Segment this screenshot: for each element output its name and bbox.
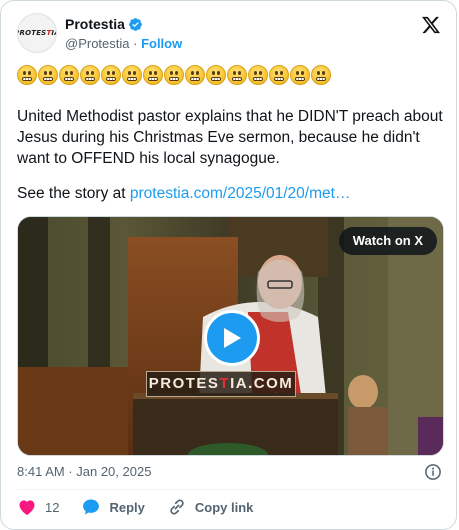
story-line: See the story at protestia.com/2025/01/2… xyxy=(17,185,350,203)
tweet-card: PROTESTIA Protestia @Protestia · Follow … xyxy=(0,0,457,530)
divider xyxy=(17,489,440,490)
x-logo-icon[interactable] xyxy=(421,15,441,35)
author-name-row: Protestia xyxy=(65,16,143,32)
copy-link-button[interactable]: Copy link xyxy=(167,497,254,517)
grimacing-face-emoji-icon xyxy=(248,65,268,85)
emoji-row xyxy=(17,65,331,85)
story-link[interactable]: protestia.com/2025/01/20/met… xyxy=(130,185,351,202)
grimacing-face-emoji-icon xyxy=(164,65,184,85)
reply-bubble-icon xyxy=(83,499,100,515)
author-handle-row: @Protestia · Follow xyxy=(65,36,182,51)
avatar[interactable]: PROTESTIA xyxy=(17,13,57,53)
grimacing-face-emoji-icon xyxy=(311,65,331,85)
reply-button[interactable]: Reply xyxy=(81,497,145,517)
grimacing-face-emoji-icon xyxy=(38,65,58,85)
grimacing-face-emoji-icon xyxy=(206,65,226,85)
verified-badge-icon xyxy=(129,17,142,31)
watch-on-x-button[interactable]: Watch on X xyxy=(338,227,437,255)
grimacing-face-emoji-icon xyxy=(185,65,205,85)
play-button[interactable] xyxy=(204,310,260,366)
grimacing-face-emoji-icon xyxy=(101,65,121,85)
grimacing-face-emoji-icon xyxy=(227,65,247,85)
follow-button[interactable]: Follow xyxy=(141,36,182,51)
grimacing-face-emoji-icon xyxy=(269,65,289,85)
copy-link-label: Copy link xyxy=(194,499,254,515)
like-count: 12 xyxy=(45,499,60,515)
author-name[interactable]: Protestia xyxy=(65,16,125,32)
author-handle[interactable]: @Protestia xyxy=(65,36,130,51)
tweet-timestamp[interactable]: 8:41 AM · Jan 20, 2025 xyxy=(17,464,151,479)
tweet-text: United Methodist pastor explains that he… xyxy=(17,108,443,167)
separator-dot: · xyxy=(129,36,142,51)
info-icon[interactable] xyxy=(424,463,442,481)
heart-icon xyxy=(19,500,35,515)
play-icon xyxy=(224,328,241,348)
grimacing-face-emoji-icon xyxy=(290,65,310,85)
action-bar: 12 Reply Copy link xyxy=(17,497,275,517)
story-prefix: See the story at xyxy=(17,185,130,202)
grimacing-face-emoji-icon xyxy=(143,65,163,85)
link-icon xyxy=(170,499,184,515)
grimacing-face-emoji-icon xyxy=(59,65,79,85)
grimacing-face-emoji-icon xyxy=(80,65,100,85)
like-button[interactable]: 12 xyxy=(17,497,59,517)
reply-label: Reply xyxy=(109,499,145,515)
video-watermark: PROTESTIA.COM xyxy=(146,371,296,397)
avatar-logo-text: PROTESTIA xyxy=(17,29,56,37)
video-player[interactable]: Watch on X PROTESTIA.COM xyxy=(17,216,444,456)
grimacing-face-emoji-icon xyxy=(17,65,37,85)
grimacing-face-emoji-icon xyxy=(122,65,142,85)
